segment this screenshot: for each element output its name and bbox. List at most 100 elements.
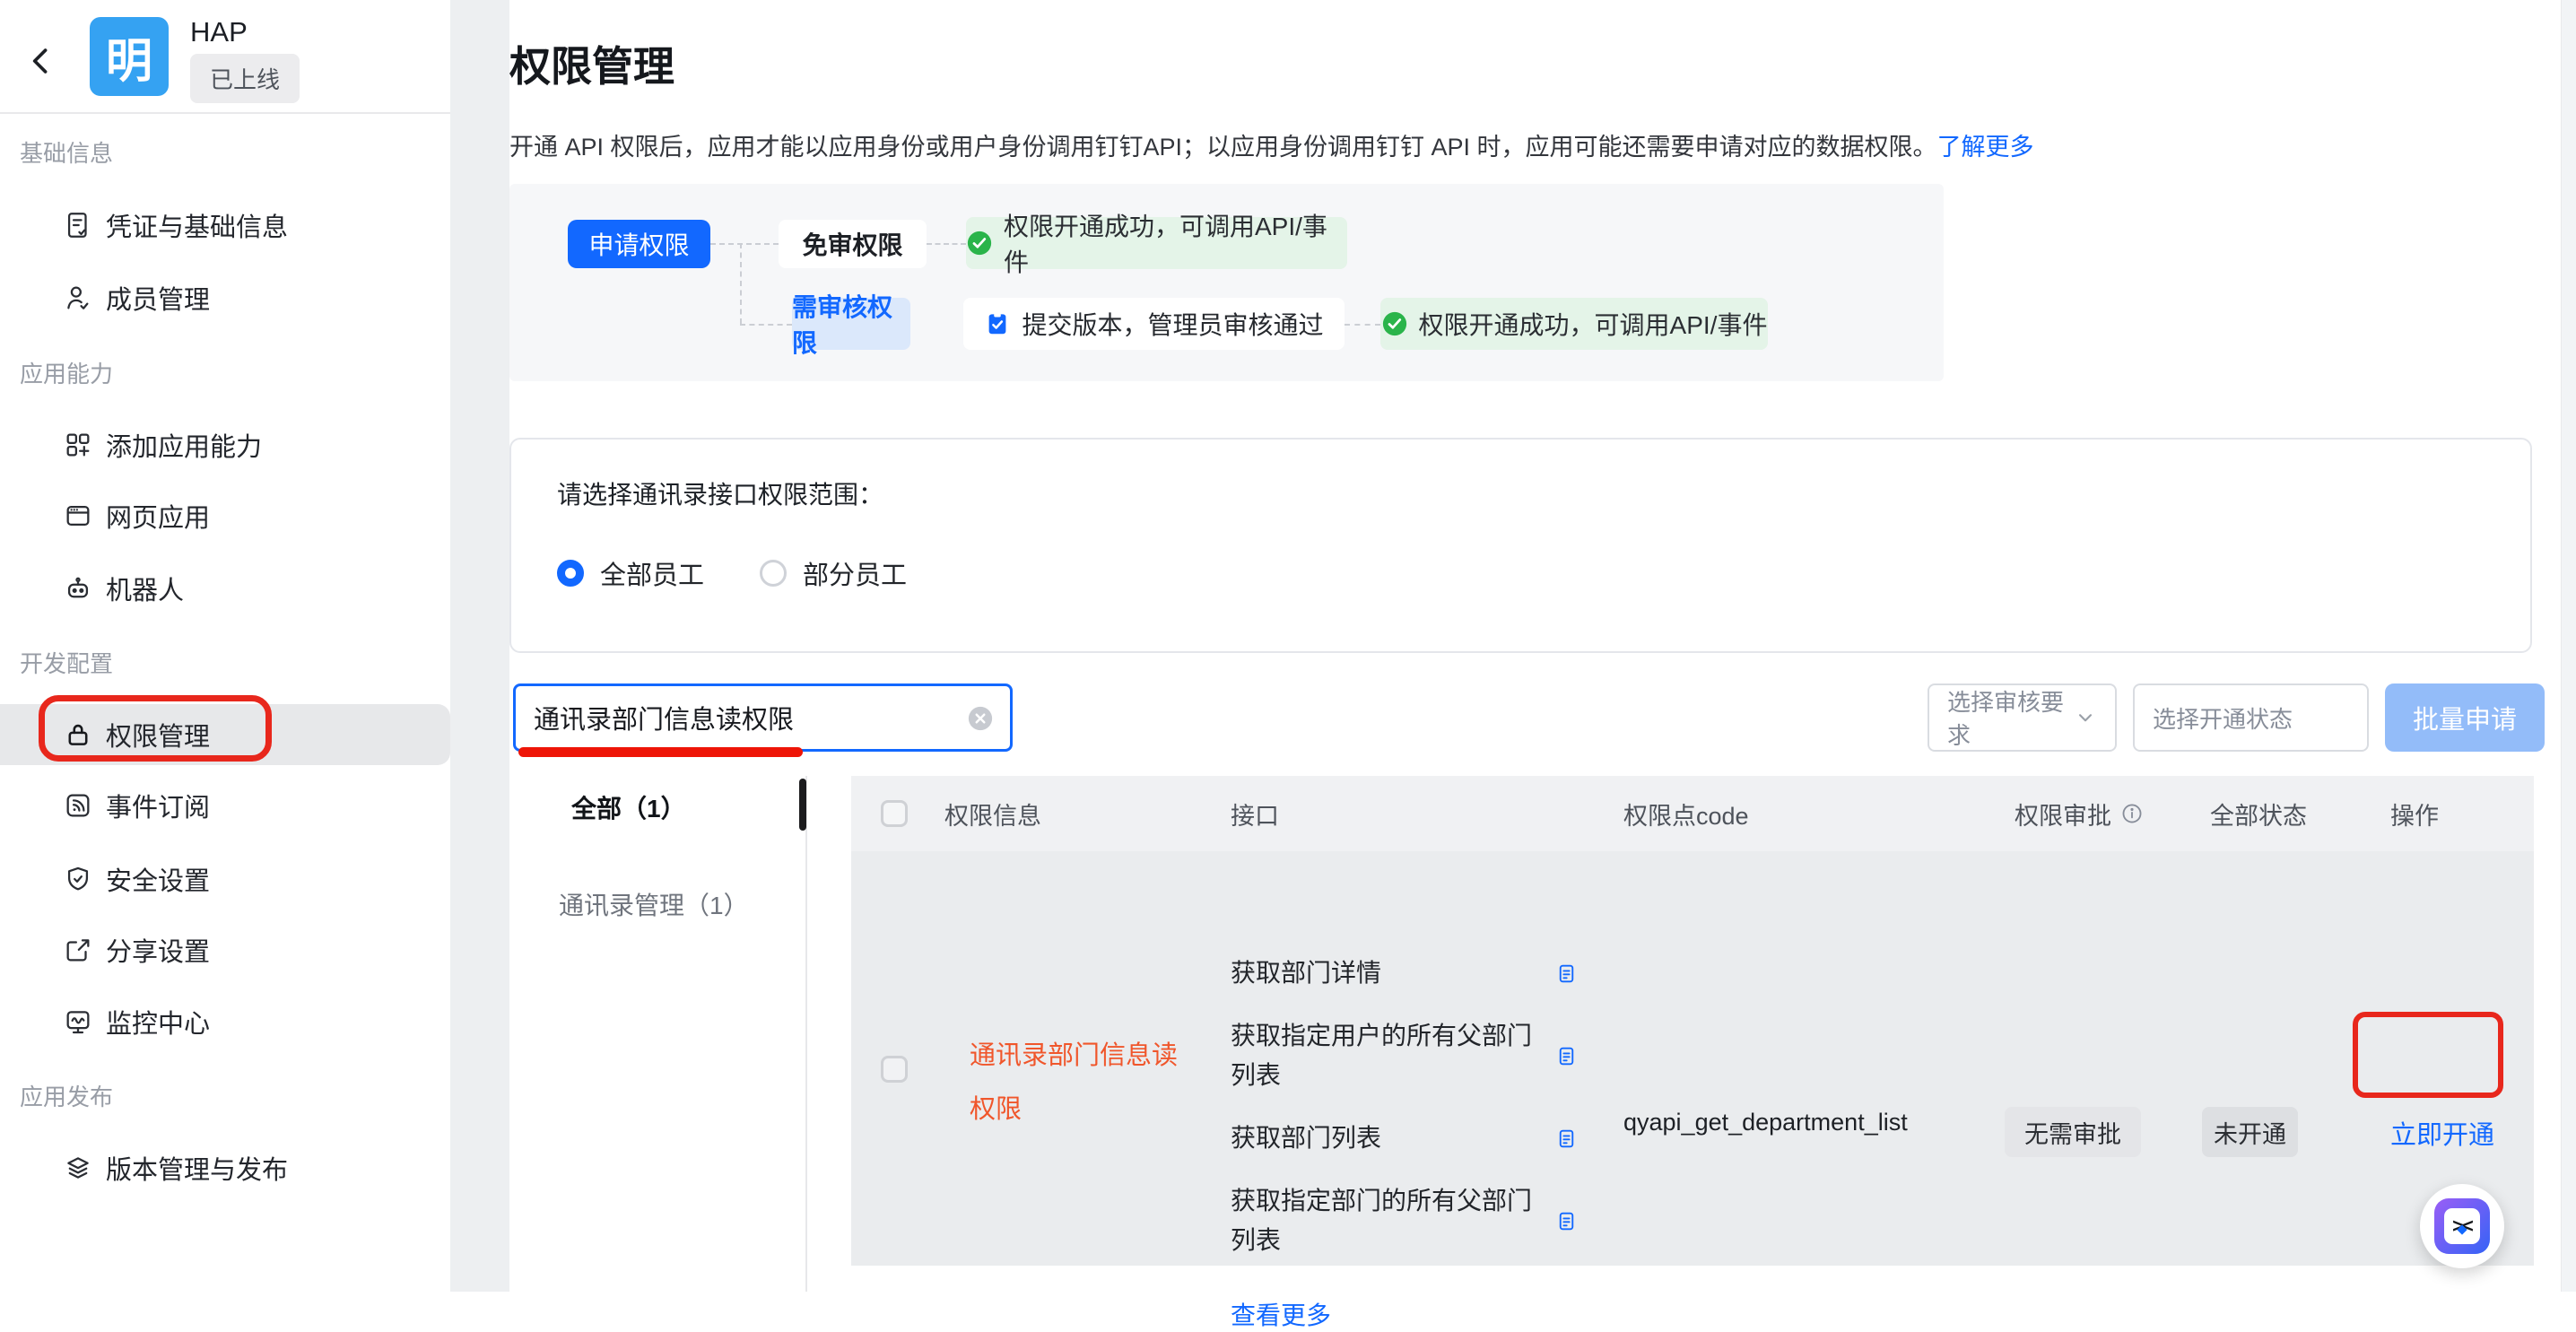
app-name: HAP (190, 16, 248, 48)
chevron-down-icon (2074, 706, 2097, 729)
sidebar-item-share-settings[interactable]: 分享设置 (0, 919, 450, 980)
table-row: 通讯录部门信息读权限 获取部门详情 获取指定用户的所有父部门列表 获取部门列表 (851, 851, 2534, 1266)
grid-plus-icon (63, 430, 93, 460)
page-scrollbar[interactable] (2561, 0, 2576, 1292)
flow-result-text: 权限开通成功，可调用API/事件 (1419, 306, 1768, 342)
sidebar-item-event-subscription[interactable]: 事件订阅 (0, 775, 450, 836)
sidebar-item-monitor[interactable]: 监控中心 (0, 991, 450, 1052)
assistant-glyph: >< (2444, 1208, 2480, 1244)
sidebar-item-security[interactable]: 安全设置 (0, 849, 450, 910)
sidebar-item-label: 成员管理 (106, 279, 210, 317)
api-doc-icon[interactable] (1555, 1127, 1578, 1150)
sidebar-item-web-app[interactable]: 网页应用 (0, 485, 450, 546)
flow-result-text: 权限开通成功，可调用API/事件 (1004, 207, 1347, 279)
category-all[interactable]: 全部（1） (571, 789, 686, 825)
member-icon (63, 283, 93, 313)
category-contacts[interactable]: 通讯录管理（1） (559, 886, 749, 922)
section-app-release: 应用发布 (20, 1075, 113, 1115)
select-all-checkbox[interactable] (881, 800, 908, 827)
api-doc-icon[interactable] (1555, 962, 1578, 985)
flow-connector (740, 324, 792, 326)
api-name: 获取部门详情 (1231, 953, 1546, 993)
api-doc-icon[interactable] (1555, 1045, 1578, 1067)
assistant-floating-button[interactable]: >< (2420, 1184, 2504, 1268)
radio-label[interactable]: 部分员工 (803, 554, 907, 592)
contact-scope-card: 请选择通讯录接口权限范围： 全部员工 部分员工 (509, 438, 2532, 653)
radio-all-staff[interactable] (557, 560, 584, 587)
column-header: 权限点code (1623, 776, 1749, 851)
sidebar-item-credentials[interactable]: 凭证与基础信息 (0, 195, 450, 256)
sidebar-item-label: 安全设置 (106, 860, 210, 898)
apply-permission-button[interactable]: 申请权限 (568, 220, 710, 268)
section-dev-config: 开发配置 (20, 642, 113, 682)
description-text: 开通 API 权限后，应用才能以应用身份或用户身份调用钉钉API；以应用身份调用… (509, 134, 1937, 161)
page-title: 权限管理 (509, 34, 674, 93)
select-placeholder: 选择开通状态 (2153, 701, 2293, 735)
browser-icon (63, 501, 93, 531)
column-header: 操作 (2390, 776, 2439, 851)
permission-search-input[interactable] (534, 686, 928, 749)
api-name: 获取部门列表 (1231, 1119, 1546, 1158)
learn-more-link[interactable]: 了解更多 (1937, 134, 2034, 161)
category-scrollbar-thumb[interactable] (799, 779, 806, 831)
sidebar-item-members[interactable]: 成员管理 (0, 267, 450, 328)
flow-review-result: 权限开通成功，可调用API/事件 (1380, 298, 1768, 350)
api-item: 获取指定部门的所有父部门列表 (1231, 1181, 1616, 1260)
api-item: 获取部门详情 (1231, 953, 1616, 993)
clipboard-check-icon (984, 310, 1011, 337)
sidebar-item-label: 机器人 (106, 570, 184, 607)
review-requirement-select[interactable]: 选择审核要求 (1928, 683, 2117, 752)
radio-label[interactable]: 全部员工 (600, 554, 704, 592)
open-now-link[interactable]: 立即开通 (2390, 1114, 2494, 1152)
sidebar-item-label: 监控中心 (106, 1003, 210, 1040)
table-header-row: 权限信息 接口 权限点code 权限审批 全部状态 操作 (851, 776, 2534, 851)
open-status-select[interactable]: 选择开通状态 (2133, 683, 2369, 752)
sidebar-item-permissions[interactable]: 权限管理 (0, 704, 450, 765)
api-list: 获取部门详情 获取指定用户的所有父部门列表 获取部门列表 (1231, 953, 1616, 1332)
lock-icon (63, 719, 93, 750)
category-divider (805, 776, 807, 1292)
row-checkbox[interactable] (881, 1056, 908, 1083)
sidebar-item-version-release[interactable]: 版本管理与发布 (0, 1137, 450, 1198)
main-content: 权限管理 开通 API 权限后，应用才能以应用身份或用户身份调用钉钉API；以应… (509, 0, 2561, 1292)
page-description: 开通 API 权限后，应用才能以应用身份或用户身份调用钉钉API；以应用身份调用… (509, 127, 2034, 162)
shield-check-icon (63, 864, 93, 894)
section-app-capability: 应用能力 (20, 353, 113, 392)
sidebar-item-label: 事件订阅 (106, 787, 210, 824)
flow-connector (740, 243, 742, 324)
sidebar-item-robot[interactable]: 机器人 (0, 558, 450, 619)
clear-icon[interactable] (967, 705, 994, 732)
app-logo: 明 (90, 17, 169, 96)
assistant-dot (2457, 1224, 2467, 1234)
radio-partial-staff[interactable] (760, 560, 787, 587)
scope-question: 请选择通讯录接口权限范围： (557, 475, 883, 511)
sidebar-item-label: 分享设置 (106, 931, 210, 969)
share-icon (63, 935, 93, 965)
rss-icon (63, 790, 93, 821)
column-header: 接口 (1231, 776, 1279, 851)
sidebar-item-label: 版本管理与发布 (106, 1149, 288, 1187)
status-badge: 已上线 (190, 54, 300, 103)
column-header-label: 权限审批 (2015, 797, 2111, 831)
api-doc-icon[interactable] (1555, 1210, 1578, 1232)
section-basic-info: 基础信息 (20, 132, 113, 171)
sidebar: 明 HAP 已上线 基础信息 凭证与基础信息 成员管理 应用能力 添加应用能力 … (0, 0, 450, 1292)
status-badge: 未开通 (2202, 1107, 2298, 1157)
info-icon[interactable] (2120, 802, 2144, 825)
monitor-icon (63, 1006, 93, 1037)
page-gutter (450, 0, 509, 1292)
permission-flow-panel: 申请权限 免审权限 权限开通成功，可调用API/事件 需审核权限 提交版本，管理… (509, 184, 1944, 381)
sidebar-item-add-capability[interactable]: 添加应用能力 (0, 414, 450, 475)
flow-step-text: 提交版本，管理员审核通过 (1022, 306, 1323, 342)
api-item: 获取部门列表 (1231, 1119, 1616, 1158)
flow-connector (710, 243, 779, 245)
check-circle-icon (966, 230, 993, 257)
view-more-link[interactable]: 查看更多 (1231, 1296, 1331, 1332)
sidebar-item-label: 凭证与基础信息 (106, 206, 288, 244)
flow-connector (927, 243, 966, 245)
batch-apply-button[interactable]: 批量申请 (2385, 683, 2545, 752)
approval-badge: 无需审批 (2005, 1107, 2141, 1157)
layers-icon (63, 1153, 93, 1183)
api-name: 获取指定用户的所有父部门列表 (1231, 1016, 1546, 1095)
back-icon[interactable] (22, 41, 61, 81)
